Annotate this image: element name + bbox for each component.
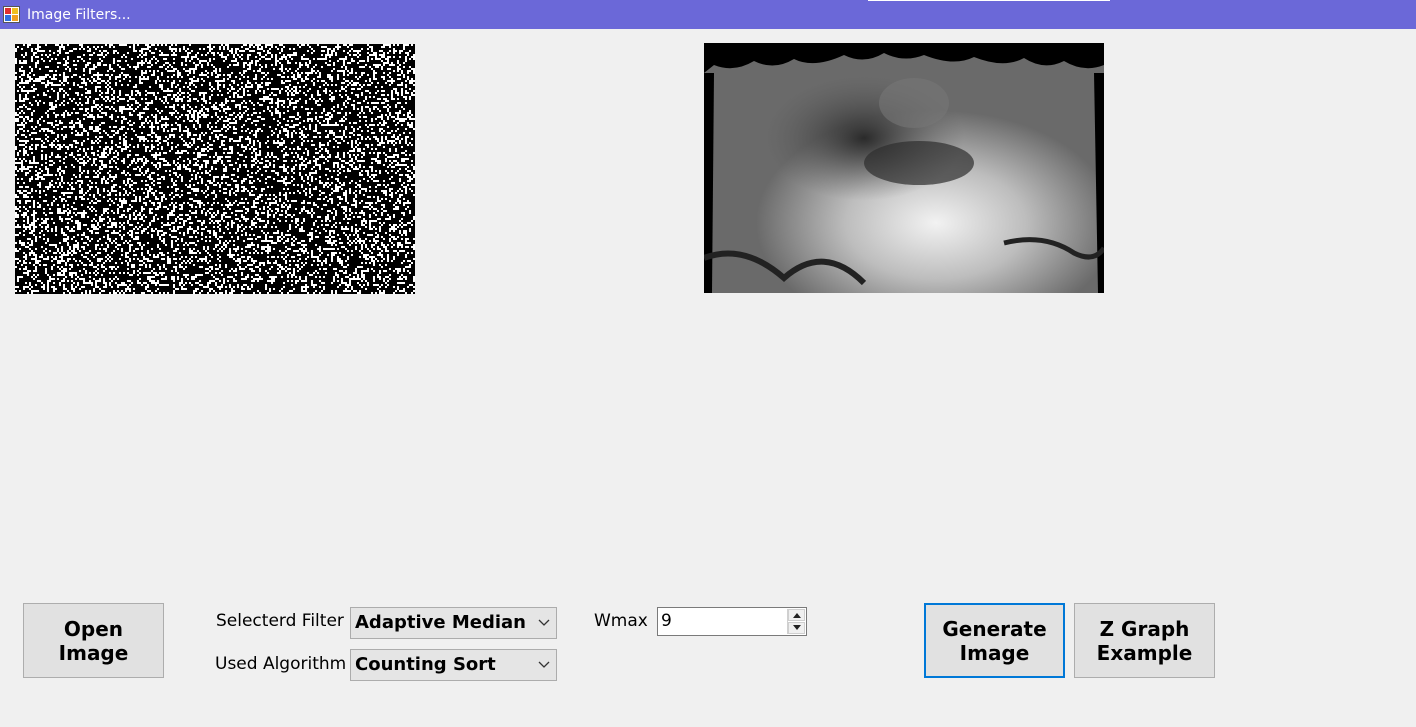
wmax-label: Wmax (594, 611, 648, 631)
filter-value: Adaptive Median (355, 612, 526, 633)
title-bar: Image Filters... (0, 0, 1416, 29)
z-graph-example-button[interactable]: Z Graph Example (1074, 603, 1215, 678)
decrement-button[interactable] (788, 622, 805, 634)
increment-button[interactable] (788, 609, 805, 621)
chevron-down-icon (538, 619, 550, 626)
app-window-icon (3, 6, 20, 23)
wmax-value[interactable]: 9 (661, 611, 672, 631)
algorithm-value: Counting Sort (355, 654, 496, 675)
wmax-stepper[interactable]: 9 (657, 607, 807, 636)
used-algorithm-label: Used Algorithm (215, 654, 347, 674)
filtered-output-image (704, 43, 1104, 293)
generate-image-button[interactable]: Generate Image (924, 603, 1065, 678)
stepper-buttons (787, 609, 805, 634)
window-title: Image Filters... (27, 7, 131, 23)
chevron-down-icon (538, 661, 550, 668)
selected-filter-label: Selecterd Filter (216, 611, 344, 631)
title-strip (868, 0, 1110, 1)
filter-dropdown[interactable]: Adaptive Median (350, 607, 557, 639)
open-image-button[interactable]: Open Image (23, 603, 164, 678)
algorithm-dropdown[interactable]: Counting Sort (350, 649, 557, 681)
arrow-up-icon (793, 613, 801, 618)
arrow-down-icon (793, 625, 801, 630)
noisy-input-image (15, 44, 415, 294)
